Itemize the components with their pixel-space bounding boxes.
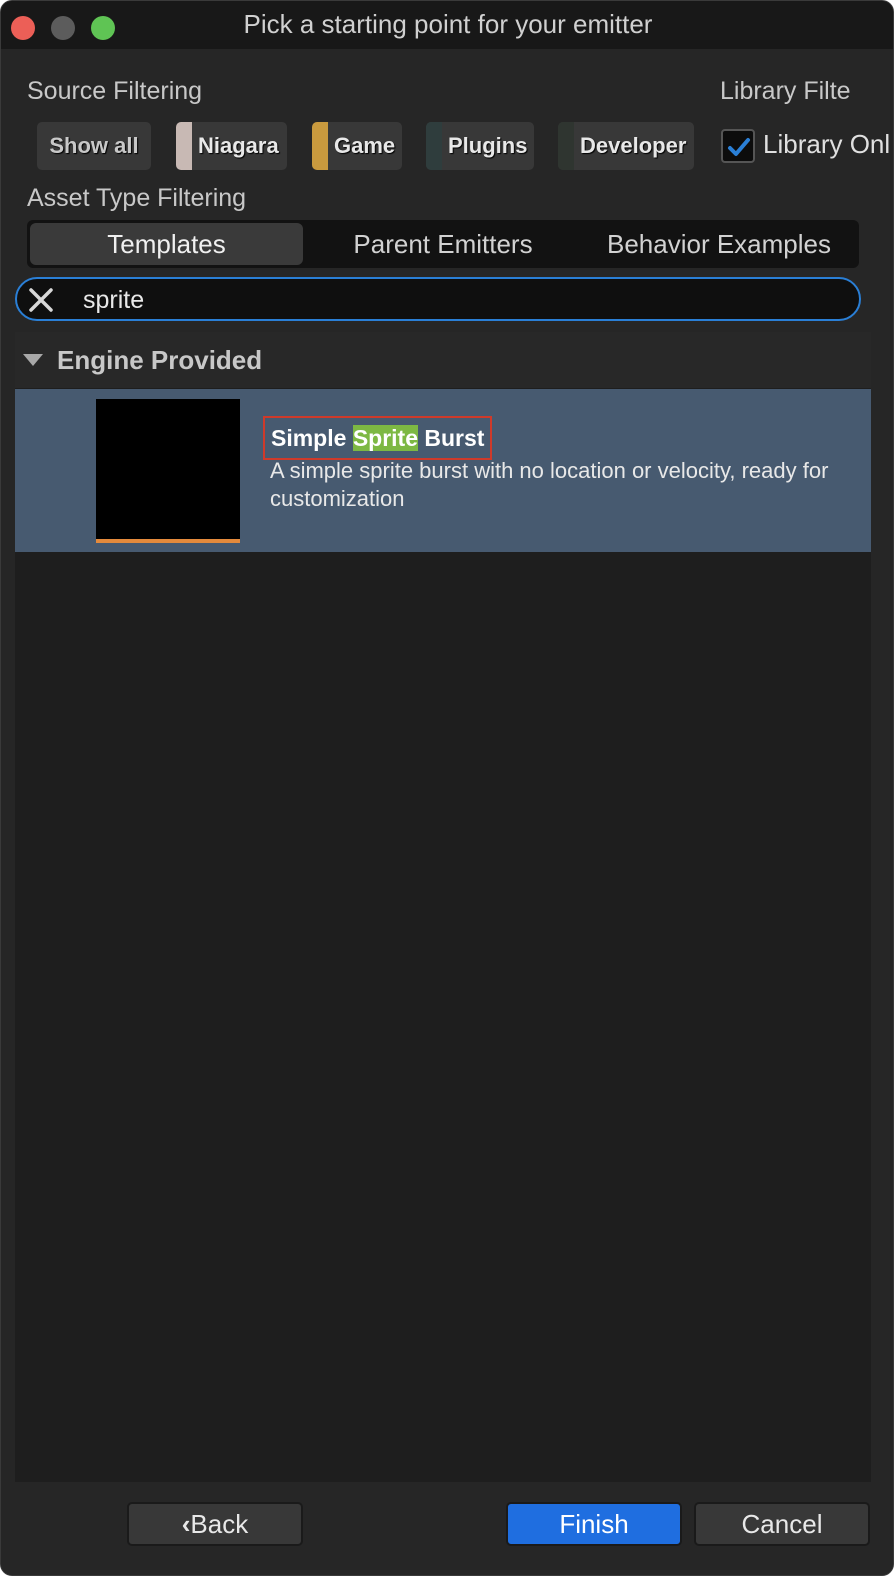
search-box — [15, 277, 861, 321]
library-only-label: Library Onl — [763, 129, 891, 159]
group-header-engine-provided[interactable]: Engine Provided — [15, 332, 871, 388]
item-title-prefix: Simple — [271, 425, 353, 451]
asset-type-tabs: Templates Parent Emitters Behavior Examp… — [27, 220, 859, 268]
expand-triangle-icon[interactable] — [23, 354, 43, 366]
library-filtering-label: Library Filte — [720, 77, 851, 105]
tab-behavior-examples[interactable]: Behavior Examples — [583, 220, 855, 268]
title-bar: Pick a starting point for your emitter — [1, 1, 893, 49]
asset-type-filtering-label: Asset Type Filtering — [27, 184, 247, 212]
tab-templates[interactable]: Templates — [30, 223, 303, 265]
search-match-highlight: Sprite — [352, 425, 418, 451]
list-item-simple-sprite-burst[interactable]: Simple Sprite Burst A simple sprite burs… — [15, 389, 871, 552]
checkmark-icon — [728, 138, 750, 156]
cancel-button[interactable]: Cancel — [694, 1502, 870, 1546]
source-filtering-label: Source Filtering — [27, 77, 203, 105]
niagara-label: Niagara — [198, 133, 279, 158]
developer-label: Developer — [580, 133, 687, 158]
source-filter-game-button[interactable]: Game — [312, 122, 402, 170]
niagara-color-swatch — [176, 122, 192, 170]
show-all-label: Show all — [49, 133, 139, 158]
source-filter-niagara-button[interactable]: Niagara — [176, 122, 287, 170]
emitter-thumbnail — [96, 399, 240, 543]
clear-search-icon[interactable] — [27, 286, 55, 314]
group-label: Engine Provided — [57, 345, 263, 375]
tab-parent-emitters[interactable]: Parent Emitters — [307, 220, 579, 268]
finish-button[interactable]: Finish — [506, 1502, 682, 1546]
search-input[interactable] — [81, 283, 845, 317]
source-filter-developer-button[interactable]: Developer — [558, 122, 694, 170]
back-label: Back — [190, 1509, 249, 1539]
emitter-picker-window: Pick a starting point for your emitter S… — [0, 0, 894, 1576]
developer-color-swatch — [558, 122, 574, 170]
results-list: Engine Provided Simple Sprite Burst A si… — [15, 332, 871, 1482]
library-only-checkbox[interactable] — [721, 129, 755, 163]
back-button[interactable]: ‹Back — [127, 1502, 303, 1546]
asset-type-color-bar — [96, 539, 240, 543]
source-filter-show-all-button[interactable]: Show all — [37, 122, 151, 170]
source-filter-plugins-button[interactable]: Plugins — [426, 122, 534, 170]
item-description: A simple sprite burst with no location o… — [270, 458, 829, 511]
plugins-color-swatch — [426, 122, 442, 170]
item-title-suffix: Burst — [418, 425, 485, 451]
plugins-label: Plugins — [448, 133, 528, 158]
game-color-swatch — [312, 122, 328, 170]
game-label: Game — [334, 133, 396, 158]
window-title: Pick a starting point for your emitter — [243, 9, 653, 39]
item-title: Simple Sprite Burst — [263, 416, 493, 460]
